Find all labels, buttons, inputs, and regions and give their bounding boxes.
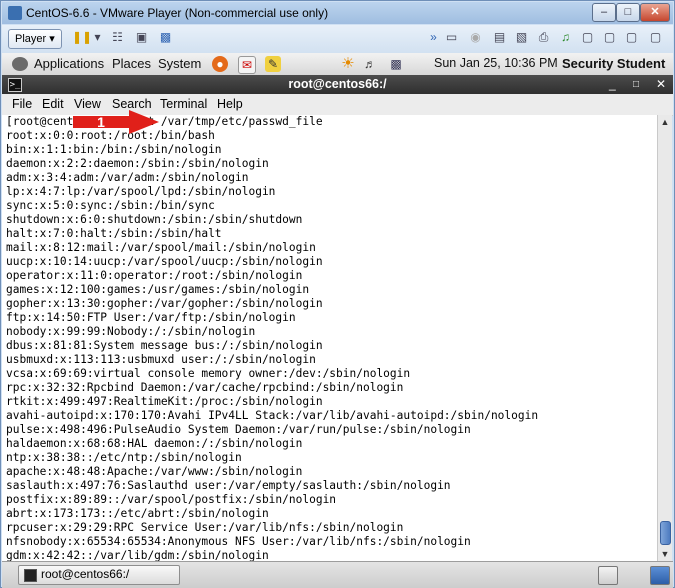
terminal-line: ftp:x:14:50:FTP User:/var/ftp:/sbin/nolo… [6, 311, 296, 324]
pause-icon[interactable]: ❚❚ [72, 30, 92, 45]
terminal-close-button[interactable]: ✕ [656, 77, 666, 91]
network-icon[interactable]: ▩ [388, 56, 404, 72]
terminal-line: uucp:x:10:14:uucp:/var/spool/uucp:/sbin/… [6, 255, 323, 268]
terminal-line: saslauth:x:497:76:Saslauthd user:/var/em… [6, 479, 451, 492]
chevron-down-icon: ▾ [49, 33, 55, 45]
terminal-line: postfix:x:89:89::/var/spool/postfix:/sbi… [6, 493, 337, 506]
applications-menu[interactable]: Applications [34, 56, 104, 71]
terminal-line: apache:x:48:48:Apache:/var/www:/sbin/nol… [6, 465, 303, 478]
terminal-line: rtkit:x:499:497:RealtimeKit:/proc:/sbin/… [6, 395, 323, 408]
cd-icon[interactable]: ◉ [468, 30, 483, 45]
terminal-icon [24, 569, 37, 582]
vmware-title-bar: CentOS-6.6 - VMware Player (Non-commerci… [2, 2, 673, 24]
terminal-title-bar: >_ root@centos66:/ _ □ ✕ [2, 75, 673, 94]
terminal-title: root@centos66:/ [288, 77, 387, 91]
device-icon[interactable]: ▢ [580, 30, 595, 45]
terminal-minimize-button[interactable]: _ [609, 77, 616, 91]
update-icon[interactable]: ☀ [340, 56, 356, 72]
player-menu-button[interactable]: Player ▾ [8, 29, 62, 49]
terminal-line: adm:x:3:4:adm:/var/adm:/sbin/nologin [6, 171, 249, 184]
terminal-line: ntp:x:38:38::/etc/ntp:/sbin/nologin [6, 451, 242, 464]
menu-search[interactable]: Search [112, 97, 152, 111]
double-chevron-icon[interactable]: » [426, 30, 441, 45]
scrollbar-thumb[interactable] [660, 521, 671, 545]
panel-clock[interactable]: Sun Jan 25, 10:36 PM [434, 56, 558, 70]
device-icon[interactable]: ▢ [602, 30, 617, 45]
terminal-line: sync:x:5:0:sync:/sbin:/bin/sync [6, 199, 215, 212]
terminal-line: shutdown:x:6:0:shutdown:/sbin:/sbin/shut… [6, 213, 303, 226]
menu-file[interactable]: File [12, 97, 32, 111]
notes-icon[interactable]: ✎ [265, 56, 281, 72]
terminal-line: mail:x:8:12:mail:/var/spool/mail:/sbin/n… [6, 241, 316, 254]
volume-icon[interactable]: ♬ [362, 56, 378, 72]
callout-number: 1 [97, 114, 105, 130]
maximize-button[interactable]: □ [616, 3, 640, 22]
terminal-output[interactable]: [root@centos66 /]# cat /var/tmp/etc/pass… [2, 115, 657, 561]
network-icon[interactable]: ☷ [110, 30, 125, 45]
terminal-line: dbus:x:81:81:System message bus:/:/sbin/… [6, 339, 323, 352]
workspace-switcher-icon[interactable] [650, 566, 670, 585]
email-icon[interactable]: ✉ [238, 56, 256, 74]
terminal-line: nobody:x:99:99:Nobody:/:/sbin/nologin [6, 325, 256, 338]
menu-view[interactable]: View [74, 97, 101, 111]
terminal-line: lp:x:4:7:lp:/var/spool/lpd:/sbin/nologin [6, 185, 276, 198]
terminal-lines: [root@centos66 /]# cat /var/tmp/etc/pass… [6, 115, 538, 561]
terminal-line: gdm:x:42:42::/var/lib/gdm:/sbin/nologin [6, 549, 269, 561]
vmware-toolbar: Player ▾ ❚❚ ▾ ☷ ▣ ▩ » ▭ ◉ ▤ ▧ ⎙ ♫ ▢ ▢ ▢ … [2, 25, 673, 54]
menu-edit[interactable]: Edit [42, 97, 64, 111]
system-menu[interactable]: System [158, 56, 201, 71]
taskbar-item-label: root@centos66:/ [41, 567, 130, 581]
floppy-icon[interactable]: ▤ [492, 30, 507, 45]
terminal-line: pulse:x:498:496:PulseAudio System Daemon… [6, 423, 471, 436]
terminal-line: bin:x:1:1:bin:/bin:/sbin/nologin [6, 143, 222, 156]
device-icon[interactable]: ▢ [648, 30, 663, 45]
terminal-line: operator:x:11:0:operator:/root:/sbin/nol… [6, 269, 303, 282]
terminal-line: rpc:x:32:32:Rpcbind Daemon:/var/cache/rp… [6, 381, 404, 394]
terminal-scrollbar[interactable]: ▲ ▼ [657, 115, 672, 561]
terminal-line: games:x:12:100:games:/usr/games:/sbin/no… [6, 283, 310, 296]
scroll-up-icon[interactable]: ▲ [658, 115, 672, 129]
terminal-line: halt:x:7:0:halt:/sbin:/sbin/halt [6, 227, 222, 240]
sound-icon[interactable]: ♫ [558, 30, 573, 45]
player-label: Player [15, 33, 47, 45]
vmware-title: CentOS-6.6 - VMware Player (Non-commerci… [26, 6, 329, 20]
panel-user[interactable]: Security Student [562, 56, 665, 71]
close-button[interactable]: ✕ [640, 3, 670, 22]
vmware-icon [8, 6, 22, 20]
fullscreen-icon[interactable]: ▣ [134, 30, 149, 45]
vmware-window: CentOS-6.6 - VMware Player (Non-commerci… [0, 0, 675, 588]
gnome-foot-icon [12, 57, 28, 71]
terminal-line: avahi-autoipd:x:170:170:Avahi IPv4LL Sta… [6, 409, 539, 422]
menu-terminal[interactable]: Terminal [160, 97, 207, 111]
minimize-button[interactable]: – [592, 3, 616, 22]
taskbar-terminal-button[interactable]: root@centos66:/ [18, 565, 180, 585]
terminal-line: usbmuxd:x:113:113:usbmuxd user:/:/sbin/n… [6, 353, 316, 366]
show-desktop-icon[interactable] [598, 566, 618, 585]
firefox-icon[interactable]: ● [212, 56, 228, 72]
printer-icon[interactable]: ⎙ [536, 30, 551, 45]
scroll-down-icon[interactable]: ▼ [658, 547, 672, 561]
chevron-down-icon[interactable]: ▾ [90, 30, 105, 45]
hard-disk-icon[interactable]: ▭ [444, 30, 459, 45]
terminal-line: rpcuser:x:29:29:RPC Service User:/var/li… [6, 521, 404, 534]
usb-icon[interactable]: ▧ [514, 30, 529, 45]
callout-arrow-icon: 1 [73, 110, 159, 134]
terminal-maximize-button[interactable]: □ [633, 79, 639, 90]
gnome-top-panel: Applications Places System ● ✉ ✎ ☀ ♬ ▩ S… [2, 53, 673, 76]
menu-help[interactable]: Help [217, 97, 243, 111]
terminal-line: vcsa:x:69:69:virtual console memory owne… [6, 367, 411, 380]
bottom-taskbar: root@centos66:/ [2, 561, 673, 588]
terminal-line: daemon:x:2:2:daemon:/sbin:/sbin/nologin [6, 157, 269, 170]
device-icon[interactable]: ▢ [624, 30, 639, 45]
terminal-line: haldaemon:x:68:68:HAL daemon:/:/sbin/nol… [6, 437, 303, 450]
places-menu[interactable]: Places [112, 56, 151, 71]
terminal-line: nfsnobody:x:65534:65534:Anonymous NFS Us… [6, 535, 471, 548]
terminal-line: abrt:x:173:173::/etc/abrt:/sbin/nologin [6, 507, 269, 520]
terminal-line: gopher:x:13:30:gopher:/var/gopher:/sbin/… [6, 297, 323, 310]
unity-icon[interactable]: ▩ [158, 30, 173, 45]
